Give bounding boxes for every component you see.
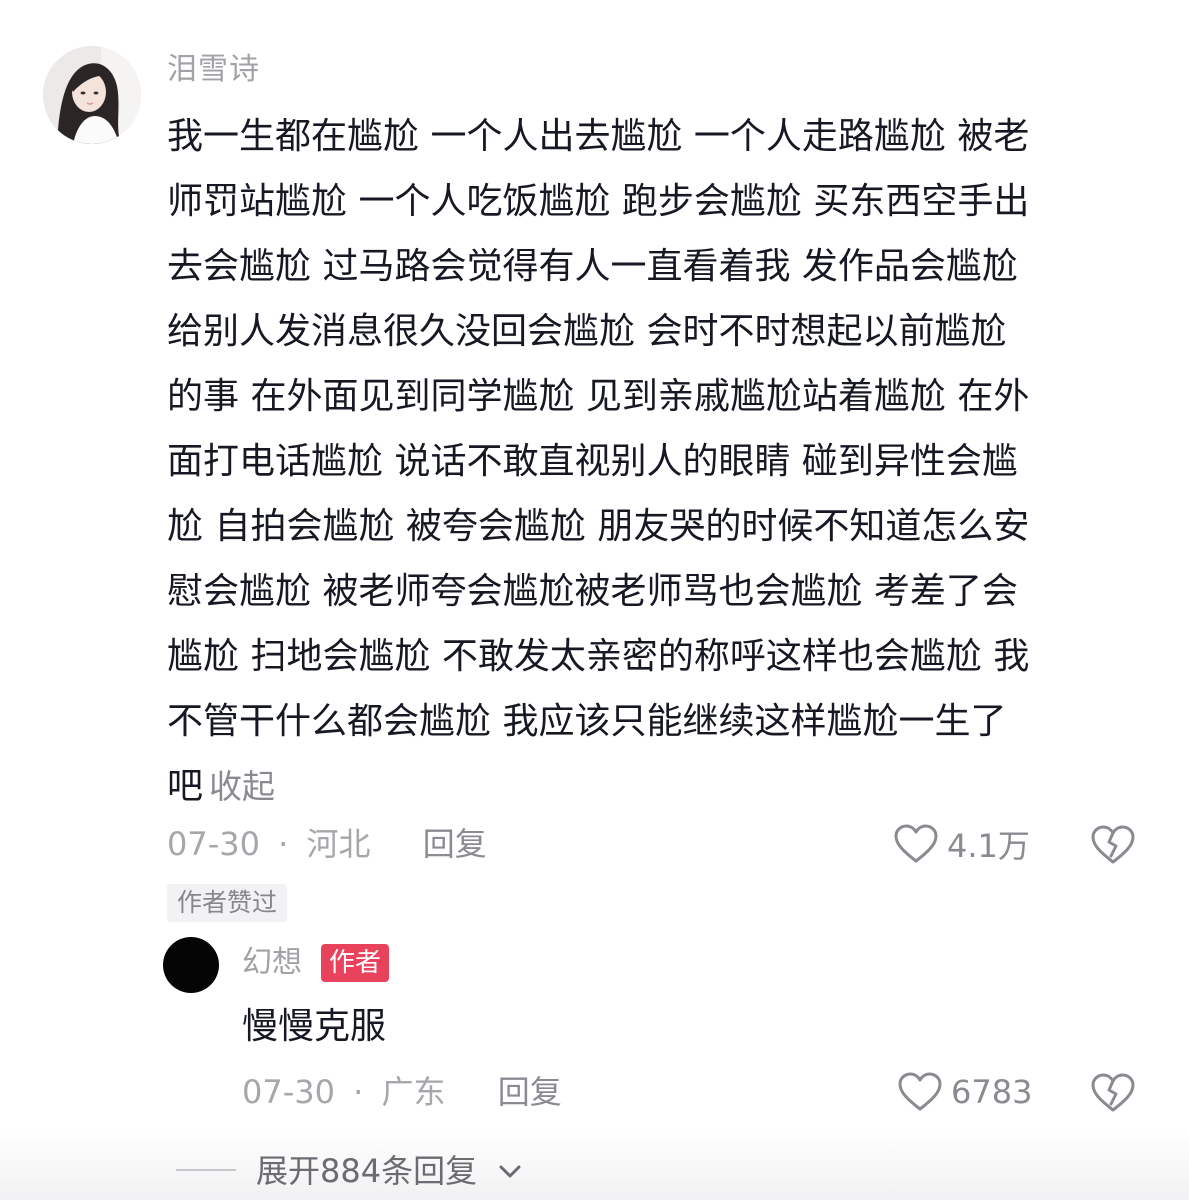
author-liked-badge: 作者赞过	[167, 884, 288, 922]
expand-divider	[176, 1169, 236, 1171]
broken-heart-icon	[1091, 1073, 1135, 1112]
avatar-portrait-icon	[43, 46, 141, 144]
comment-line-last: 吧收起	[167, 754, 1142, 819]
comment-line: 我一生都在尴尬 一个人出去尴尬 一个人走路尴尬 被老	[167, 116, 1030, 157]
broken-heart-icon	[1091, 825, 1135, 864]
comment-line: 的事 在外面见到同学尴尬 见到亲戚尴尬站着尴尬 在外	[167, 376, 1030, 417]
reply-text: 慢慢克服	[242, 1006, 387, 1047]
comment-line: 去会尴尬 过马路会觉得有人一直看着我 发作品会尴尬	[167, 246, 1018, 287]
reply-date: 07-30	[242, 1073, 335, 1111]
comment-line: 尬 自拍会尴尬 被夸会尴尬 朋友哭的时候不知道怎么安	[167, 506, 1030, 547]
expand-replies-button[interactable]: 展开884条回复	[256, 1150, 477, 1192]
chevron-down-icon[interactable]	[496, 1158, 524, 1186]
reply-button[interactable]: 回复	[423, 825, 487, 863]
comment-text: 我一生都在尴尬 一个人出去尴尬 一个人走路尴尬 被老 师罚站尴尬 一个人吃饭尴尬…	[167, 104, 1142, 819]
reply-username[interactable]: 幻想	[242, 943, 302, 983]
reply-location: 广东	[381, 1073, 446, 1111]
user-avatar[interactable]	[43, 46, 141, 144]
author-tag: 作者	[321, 944, 390, 982]
expand-replies-bar[interactable]: 展开884条回复	[0, 1130, 1189, 1200]
reply-dislike-button[interactable]	[1090, 1070, 1136, 1114]
comment-line: 不管干什么都会尴尬 我应该只能继续这样尴尬一生了	[167, 701, 1007, 742]
heart-icon	[898, 1072, 942, 1111]
like-count: 4.1万	[947, 827, 1030, 865]
comment-username[interactable]: 泪雪诗	[167, 50, 260, 90]
reply-avatar[interactable]	[163, 937, 219, 993]
meta-separator: ·	[278, 825, 289, 863]
reply-like-count: 6783	[951, 1073, 1033, 1111]
meta-separator: ·	[353, 1073, 364, 1111]
reply-button[interactable]: 回复	[498, 1073, 562, 1111]
comment-line: 面打电话尴尬 说话不敢直视别人的眼睛 碰到异性会尴	[167, 441, 1018, 482]
comment-meta: 07-30 · 河北 回复	[167, 822, 487, 866]
comment-location: 河北	[306, 825, 371, 863]
reply-meta: 07-30 · 广东 回复	[242, 1070, 562, 1114]
comment-last-text: 吧	[167, 766, 204, 807]
comment-line: 尴尬 扫地会尴尬 不敢发太亲密的称呼这样也会尴尬 我	[167, 636, 1030, 677]
comment-line: 慰会尴尬 被老师夸会尴尬被老师骂也会尴尬 考差了会	[167, 571, 1018, 612]
collapse-button[interactable]: 收起	[209, 767, 275, 806]
heart-icon	[894, 824, 938, 863]
dislike-button[interactable]	[1090, 822, 1136, 866]
like-button[interactable]: 4.1万	[893, 820, 1030, 868]
comment-thread: 泪雪诗 我一生都在尴尬 一个人出去尴尬 一个人走路尴尬 被老 师罚站尴尬 一个人…	[0, 0, 1189, 1200]
comment-line: 师罚站尴尬 一个人吃饭尴尬 跑步会尴尬 买东西空手出	[167, 181, 1030, 222]
comment-line: 给别人发消息很久没回会尴尬 会时不时想起以前尴尬	[167, 311, 1007, 352]
comment-date: 07-30	[167, 825, 260, 863]
reply-like-button[interactable]: 6783	[897, 1068, 1032, 1116]
